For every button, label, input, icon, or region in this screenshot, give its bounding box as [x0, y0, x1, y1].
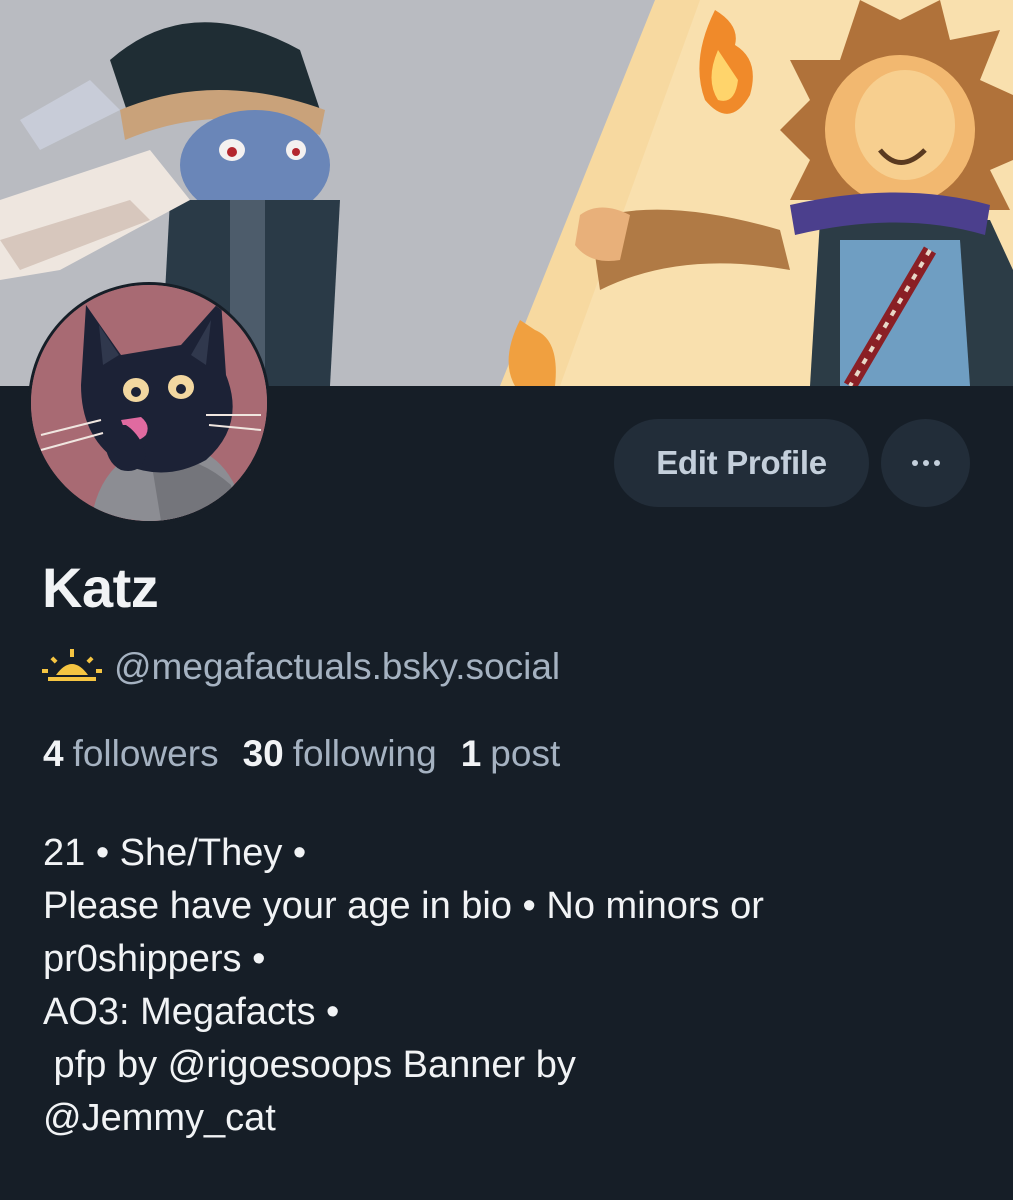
followers-label: followers: [72, 733, 219, 774]
display-name: Katz: [42, 556, 159, 619]
edit-profile-button[interactable]: Edit Profile: [614, 419, 869, 507]
handle-row: @megafactuals.bsky.social: [42, 644, 560, 690]
stats-row: 4 followers 30 following 1 post: [43, 733, 584, 775]
bio-line[interactable]: pfp by @rigoesoops Banner by: [43, 1039, 983, 1092]
following-label: following: [292, 733, 437, 774]
more-horizontal-icon: [911, 460, 918, 466]
followers-count: 4: [43, 733, 64, 774]
handle[interactable]: @megafactuals.bsky.social: [114, 646, 560, 688]
bio-line[interactable]: @Jemmy_cat: [43, 1092, 983, 1145]
posts-label: post: [490, 733, 561, 774]
bio-line: 21 • She/They •: [43, 832, 307, 874]
more-horizontal-icon-dot: [933, 460, 940, 466]
profile-bio: 21 • She/They • Please have your age in …: [43, 827, 983, 1145]
bio-line: pr0shippers •: [43, 938, 266, 980]
followers-stat[interactable]: 4 followers: [43, 733, 219, 775]
bio-line: AO3: Megafacts •: [43, 991, 340, 1033]
posts-count: 1: [460, 733, 482, 774]
avatar[interactable]: [28, 282, 270, 524]
posts-stat: 1 post: [461, 733, 561, 775]
bio-line: Please have your age in bio • No minors …: [43, 885, 764, 927]
following-stat[interactable]: 30 following: [243, 733, 437, 775]
following-count: 30: [242, 733, 284, 774]
sun-icon: [42, 649, 102, 681]
more-horizontal-icon-dot: [922, 460, 929, 466]
more-options-button[interactable]: [881, 419, 970, 507]
